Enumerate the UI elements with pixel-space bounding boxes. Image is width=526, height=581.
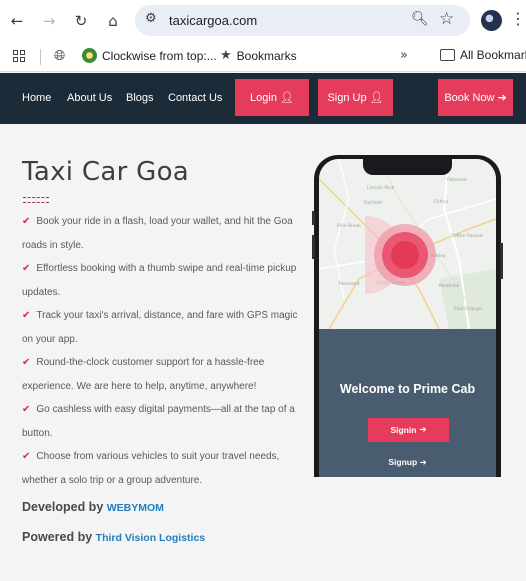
powered-by-label: Powered by	[22, 530, 93, 544]
zoom-icon[interactable]: 🔍︎	[411, 11, 429, 27]
bookmarks-divider	[40, 49, 41, 65]
phone-signup-link[interactable]: Signup ➜	[319, 457, 496, 468]
browser-toolbar: ← → ↻ ⌂ ⚙ taxicargoa.com 🔍︎ ☆ ⋮	[0, 0, 526, 42]
nav-home[interactable]: Home	[22, 92, 51, 104]
bookmark-clockwise[interactable]: Clockwise from top:...	[82, 48, 217, 63]
feature-list: ✔ Book your ride in a flash, load your wa…	[22, 210, 302, 492]
home-icon[interactable]: ⌂	[103, 11, 123, 31]
arrow-circle-right-icon: ➜	[497, 91, 507, 104]
svg-text:Paterson: Paterson	[447, 177, 467, 183]
user-icon: 👤︎	[369, 91, 384, 104]
arrow-circle-right-icon: ➜	[419, 458, 427, 468]
bookmark-bookmarks[interactable]: ★ Bookmarks	[220, 48, 297, 63]
feature-item: ✔ Go cashless with easy digital payments—…	[22, 404, 295, 439]
bookmarks-overflow-chevron-icon[interactable]: »	[400, 48, 408, 63]
phone-side-button	[312, 235, 315, 259]
svg-text:Clifton: Clifton	[434, 199, 449, 205]
phone-signin-label: Signin	[390, 425, 417, 435]
browser-menu-icon[interactable]: ⋮	[510, 9, 526, 28]
folder-icon	[440, 49, 455, 61]
page-title: Taxi Car Goa	[22, 157, 190, 187]
phone-side-button	[500, 243, 503, 279]
back-arrow-icon[interactable]: ←	[7, 11, 27, 31]
feature-item: ✔ Choose from various vehicles to suit yo…	[22, 451, 280, 486]
bookmark-all[interactable]: All Bookmarks	[440, 48, 526, 62]
check-icon: ✔	[22, 216, 31, 227]
bookmarks-bar: 🌐︎ Clockwise from top:... ★ Bookmarks » …	[0, 42, 526, 72]
check-icon: ✔	[22, 357, 31, 368]
star-icon: ★	[220, 48, 232, 63]
phone-screen: Lincoln Park Paterson Clifton Fairfield …	[319, 159, 496, 477]
powered-by-link[interactable]: Third Vision Logistics	[96, 532, 206, 544]
book-now-button[interactable]: Book Now ➜	[438, 79, 513, 116]
user-icon: 👤︎	[279, 91, 294, 104]
signup-button[interactable]: Sign Up 👤︎	[318, 79, 393, 116]
svg-text:Roseland: Roseland	[339, 281, 360, 287]
feature-item: ✔ Effortless booking with a thumb swipe a…	[22, 263, 297, 298]
map-view[interactable]: Lincoln Park Paterson Clifton Fairfield …	[319, 159, 496, 330]
nav-about-us[interactable]: About Us	[67, 92, 112, 104]
address-bar[interactable]: ⚙ taxicargoa.com 🔍︎ ☆	[135, 5, 470, 36]
book-now-label: Book Now	[444, 91, 495, 104]
developed-by: Developed by WEBYMOM	[22, 500, 164, 514]
svg-text:Lincoln Park: Lincoln Park	[367, 185, 394, 191]
check-icon: ✔	[22, 263, 31, 274]
phone-side-button	[312, 211, 315, 225]
bookmark-star-icon[interactable]: ☆	[439, 9, 454, 29]
svg-text:Fairfield: Fairfield	[364, 200, 382, 206]
check-icon: ✔	[22, 404, 31, 415]
location-pulse-icon	[365, 216, 436, 294]
phone-signin-button[interactable]: Signin ➜	[368, 418, 449, 442]
profile-avatar[interactable]	[481, 10, 502, 31]
wikipedia-icon	[82, 48, 97, 63]
main-content: Taxi Car Goa ✔ Book your ride in a flash,…	[0, 124, 526, 581]
feature-item: ✔ Round-the-clock customer support for a …	[22, 357, 265, 392]
nav-contact-us[interactable]: Contact Us	[168, 92, 222, 104]
feature-item: ✔ Track your taxi's arrival, distance, an…	[22, 310, 298, 345]
globe-icon[interactable]: 🌐︎	[54, 48, 65, 64]
phone-notch	[363, 159, 452, 175]
bookmark-label: All Bookmarks	[460, 48, 526, 62]
nav-blogs[interactable]: Blogs	[126, 92, 154, 104]
forward-arrow-icon[interactable]: →	[39, 11, 59, 31]
site-header: Home About Us Blogs Contact Us Login 👤︎ …	[0, 73, 526, 124]
phone-mockup: Lincoln Park Paterson Clifton Fairfield …	[312, 155, 503, 477]
title-divider	[23, 197, 49, 203]
developed-by-label: Developed by	[22, 500, 104, 514]
check-icon: ✔	[22, 451, 31, 462]
svg-text:East Orange: East Orange	[454, 306, 482, 312]
arrow-circle-right-icon: ➜	[419, 425, 427, 435]
site-info-icon[interactable]: ⚙	[145, 11, 157, 26]
powered-by: Powered by Third Vision Logistics	[22, 530, 205, 544]
login-button[interactable]: Login 👤︎	[235, 79, 309, 116]
svg-text:Pine Brook: Pine Brook	[337, 223, 361, 229]
feature-item: ✔ Book your ride in a flash, load your wa…	[22, 216, 293, 251]
bookmark-label: Bookmarks	[236, 48, 297, 63]
url-text[interactable]: taxicargoa.com	[169, 13, 257, 28]
phone-welcome-text: Welcome to Prime Cab	[339, 382, 476, 396]
developer-link[interactable]: WEBYMOM	[107, 502, 164, 514]
apps-grid-icon[interactable]	[13, 50, 25, 62]
bookmark-label: Clockwise from top:...	[102, 48, 217, 63]
svg-text:Clifton Passaic: Clifton Passaic	[451, 233, 484, 239]
login-label: Login	[250, 91, 277, 104]
signup-label: Sign Up	[327, 91, 367, 104]
check-icon: ✔	[22, 310, 31, 321]
reload-icon[interactable]: ↻	[71, 11, 91, 31]
phone-signup-label: Signup	[388, 457, 418, 467]
